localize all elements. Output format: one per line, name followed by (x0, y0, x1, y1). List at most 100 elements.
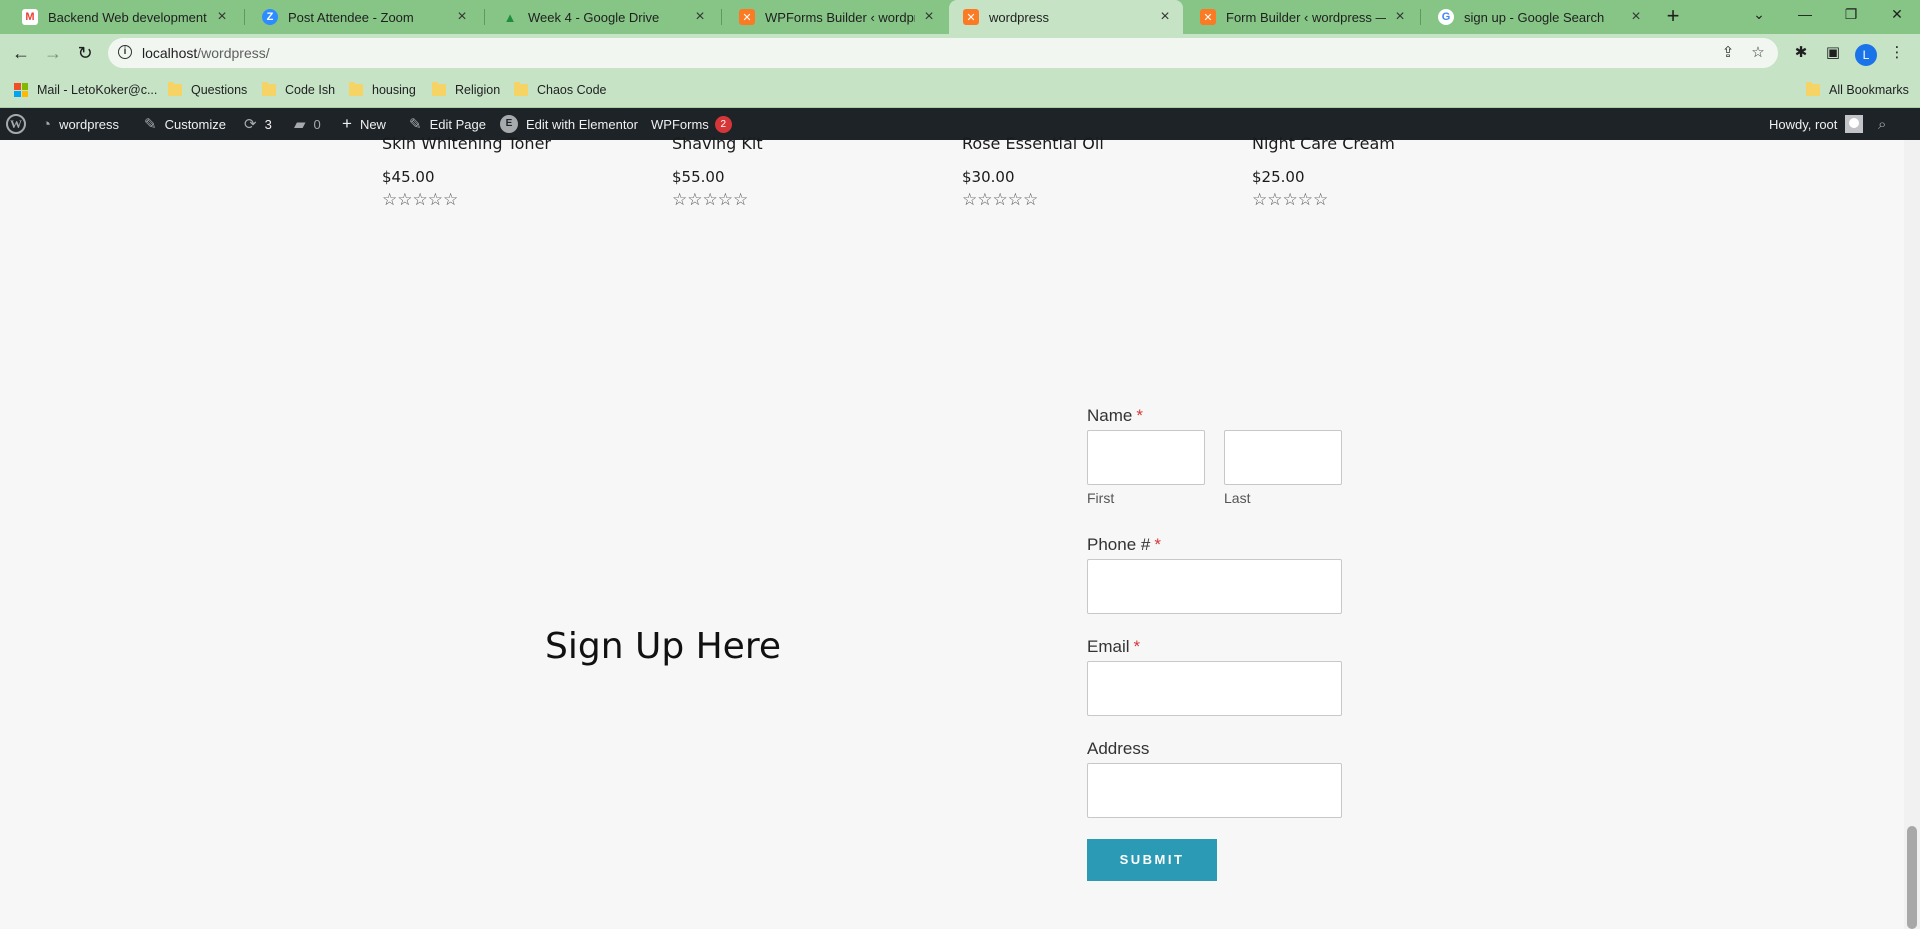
product-card: Shaving Kit $55.00 ☆☆☆☆☆ (672, 134, 932, 210)
product-price: $25.00 (1252, 168, 1305, 186)
product-price: $30.00 (962, 168, 1015, 186)
close-window-button[interactable]: ✕ (1874, 0, 1920, 30)
product-card: Skin Whitening Toner $45.00 ☆☆☆☆☆ (382, 134, 642, 210)
brush-icon: ✎ (144, 116, 157, 133)
admin-updates[interactable]: ⟳ 3 (244, 108, 272, 140)
signup-heading: Sign Up Here (545, 626, 781, 667)
tab-wpforms-builder[interactable]: ✕ WPForms Builder ‹ wordpress — × (725, 0, 947, 34)
tab-strip: M Backend Web development tra × Z Post A… (0, 0, 1920, 34)
plus-icon: + (342, 114, 352, 133)
page-content: Skin Whitening Toner $45.00 ☆☆☆☆☆ Shavin… (0, 134, 1904, 929)
minimize-button[interactable]: — (1782, 0, 1828, 30)
email-field[interactable] (1087, 661, 1342, 716)
gmail-icon: M (22, 9, 38, 25)
folder-icon (168, 82, 182, 96)
all-bookmarks[interactable]: All Bookmarks (1806, 72, 1909, 108)
close-tab-icon[interactable]: × (692, 8, 708, 26)
close-tab-icon[interactable]: × (1392, 8, 1408, 26)
tab-form-builder[interactable]: ✕ Form Builder ‹ wordpress — W × (1186, 0, 1418, 34)
product-card: Night Care Cream $25.00 ☆☆☆☆☆ (1252, 134, 1512, 210)
bookmark-religion[interactable]: Religion (432, 72, 500, 108)
bookmark-code-ish[interactable]: Code Ish (262, 72, 335, 108)
bookmark-housing[interactable]: housing (349, 72, 416, 108)
bookmark-questions[interactable]: Questions (168, 72, 247, 108)
tab-drive[interactable]: ▲ Week 4 - Google Drive × (488, 0, 718, 34)
admin-my-account[interactable]: Howdy, root (1769, 108, 1864, 140)
folder-icon (514, 82, 528, 96)
menu-icon[interactable]: ⋮ (1886, 42, 1908, 64)
xampp-icon: ✕ (739, 9, 755, 25)
profile-avatar[interactable]: L (1855, 44, 1877, 66)
tab-wordpress-active[interactable]: ✕ wordpress × (949, 0, 1183, 34)
site-info-icon[interactable]: i (118, 45, 132, 59)
bookmarks-bar: Mail - LetoKoker@c... Questions Code Ish… (0, 72, 1920, 108)
dashboard-icon: ◔ (42, 115, 52, 133)
product-name[interactable]: Shaving Kit (672, 134, 932, 154)
close-tab-icon[interactable]: × (921, 8, 937, 26)
folder-icon (432, 82, 446, 96)
product-name[interactable]: Rose Essential Oil (962, 134, 1222, 154)
wpforms-count-badge: 2 (714, 115, 732, 133)
wp-admin-bar: W ◔ wordpress ✎ Customize ⟳ 3 ▰ 0 + New … (0, 108, 1920, 140)
admin-new[interactable]: + New (342, 108, 386, 140)
page-scrollbar[interactable] (1904, 140, 1920, 929)
wordpress-logo-icon: W (6, 114, 26, 134)
star-rating: ☆☆☆☆☆ (382, 190, 459, 210)
elementor-icon: E (500, 115, 518, 133)
submit-button[interactable]: SUBMIT (1087, 839, 1217, 881)
product-name[interactable]: Skin Whitening Toner (382, 134, 642, 154)
product-name[interactable]: Night Care Cream (1252, 134, 1512, 154)
phone-field[interactable] (1087, 559, 1342, 614)
zoom-icon: Z (262, 9, 278, 25)
side-panel-icon[interactable]: ▣ (1822, 42, 1844, 64)
scrollbar-thumb[interactable] (1907, 826, 1917, 929)
bookmark-star-icon[interactable]: ☆ (1748, 43, 1768, 63)
extensions-icon[interactable]: ✱ (1790, 42, 1812, 64)
avatar (1845, 115, 1864, 133)
tab-zoom[interactable]: Z Post Attendee - Zoom × (248, 0, 480, 34)
admin-site-name[interactable]: ◔ wordpress (42, 108, 119, 140)
close-tab-icon[interactable]: × (214, 8, 230, 26)
xampp-icon: ✕ (1200, 9, 1216, 25)
updates-icon: ⟳ (244, 116, 257, 133)
admin-search[interactable]: ⌕ (1878, 108, 1886, 140)
folder-icon (1806, 82, 1820, 96)
bookmark-chaos-code[interactable]: Chaos Code (514, 72, 607, 108)
email-label: Email * (1087, 637, 1141, 656)
tab-gmail[interactable]: M Backend Web development tra × (8, 0, 240, 34)
back-button[interactable]: ← (8, 40, 34, 66)
address-label: Address (1087, 739, 1150, 758)
folder-icon (262, 82, 276, 96)
url-text[interactable]: localhost/wordpress/ (142, 38, 270, 68)
tab-google-search[interactable]: G sign up - Google Search × (1424, 0, 1654, 34)
close-tab-icon[interactable]: × (1157, 8, 1173, 26)
reload-button[interactable]: ↻ (72, 40, 98, 66)
admin-customize[interactable]: ✎ Customize (144, 108, 226, 140)
star-rating: ☆☆☆☆☆ (672, 190, 749, 210)
bookmark-mail[interactable]: Mail - LetoKoker@c... (14, 72, 157, 108)
admin-comments[interactable]: ▰ 0 (294, 108, 321, 140)
close-tab-icon[interactable]: × (454, 8, 470, 26)
last-name-field[interactable] (1224, 430, 1342, 485)
address-bar[interactable]: i localhost/wordpress/ ⇪ ☆ (108, 38, 1778, 68)
product-price: $55.00 (672, 168, 725, 186)
name-label: Name * (1087, 406, 1143, 425)
pencil-icon: ✎ (409, 116, 422, 133)
new-tab-button[interactable]: + (1660, 4, 1686, 30)
first-name-field[interactable] (1087, 430, 1205, 485)
product-card: Rose Essential Oil $30.00 ☆☆☆☆☆ (962, 134, 1222, 210)
folder-icon (349, 82, 363, 96)
comment-icon: ▰ (294, 116, 306, 133)
xampp-icon: ✕ (963, 9, 979, 25)
close-tab-icon[interactable]: × (1628, 8, 1644, 26)
last-sublabel: Last (1224, 490, 1251, 506)
forward-button[interactable]: → (40, 40, 66, 66)
google-icon: G (1438, 9, 1454, 25)
address-field[interactable] (1087, 763, 1342, 818)
tab-search-icon[interactable]: ⌄ (1736, 0, 1782, 30)
first-sublabel: First (1087, 490, 1115, 506)
wp-logo-menu[interactable]: W (6, 108, 26, 140)
restore-button[interactable]: ❐ (1828, 0, 1874, 30)
phone-label: Phone # * (1087, 535, 1161, 554)
share-icon[interactable]: ⇪ (1718, 43, 1738, 63)
